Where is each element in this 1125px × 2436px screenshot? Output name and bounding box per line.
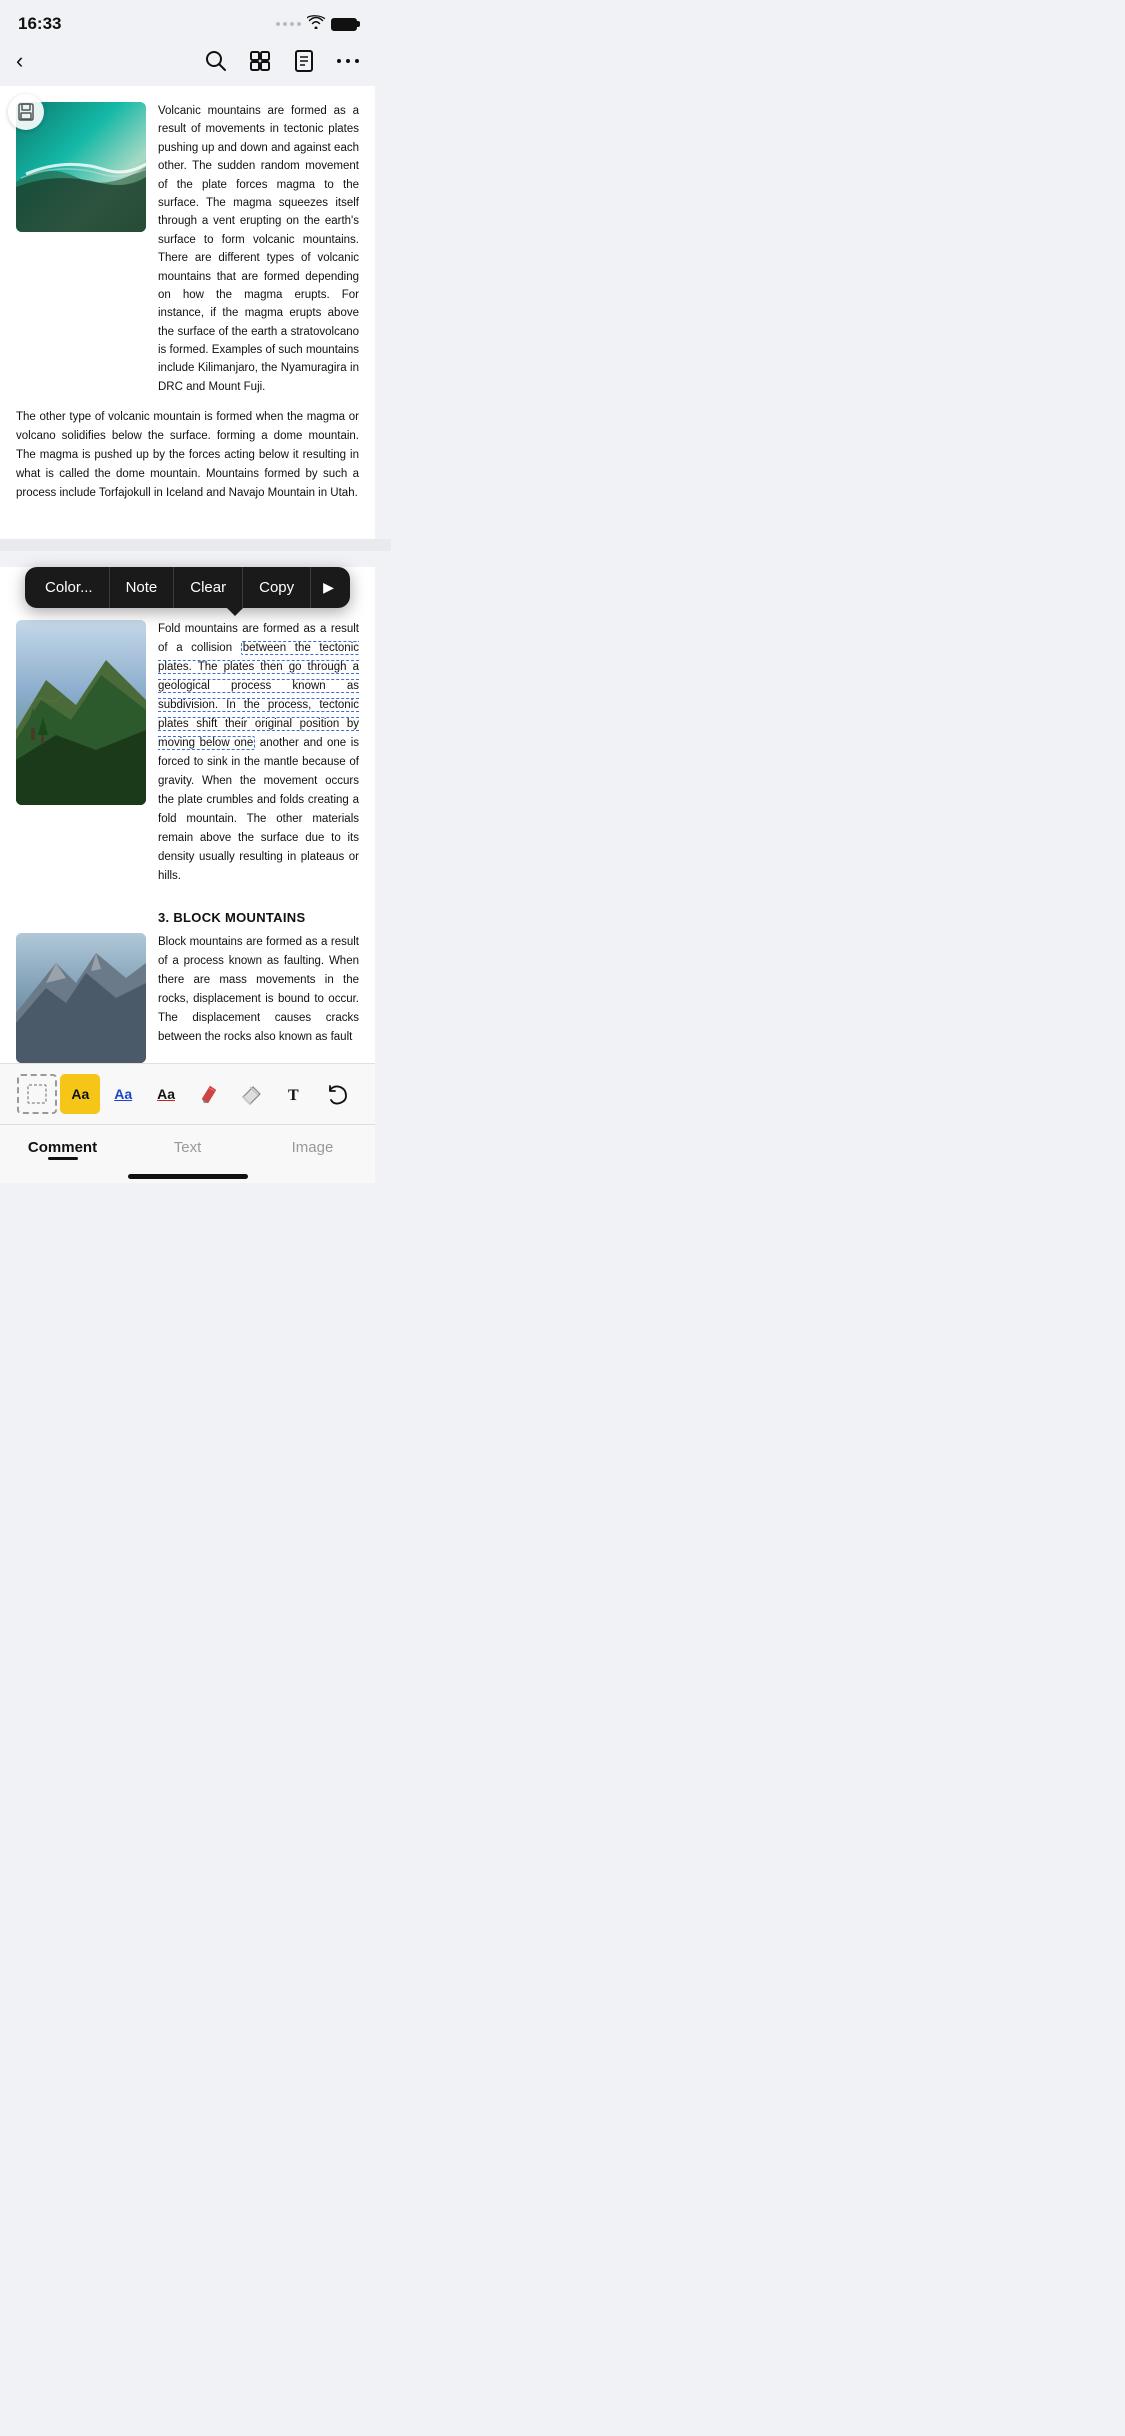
fold-mountains-image xyxy=(16,620,146,805)
grid-button[interactable] xyxy=(249,50,271,72)
underline-label: Aa xyxy=(114,1086,132,1102)
color-menu-item[interactable]: Color... xyxy=(29,567,110,608)
section2-highlight-dashed: between the tectonic plates. The plates … xyxy=(158,641,359,750)
highlight-text-button[interactable]: Aa xyxy=(60,1074,100,1114)
highlight-label: Aa xyxy=(71,1086,89,1102)
tab-text-label: Text xyxy=(174,1139,202,1156)
home-indicator xyxy=(0,1166,375,1183)
text-annot-label: Aa xyxy=(157,1086,175,1102)
menu-arrow[interactable]: ▶ xyxy=(311,567,346,608)
toolbar-left: ‹ xyxy=(16,48,23,74)
search-button[interactable] xyxy=(205,50,227,72)
section1: Volcanic mountains are formed as a resul… xyxy=(16,86,359,408)
image-container-1 xyxy=(16,102,146,232)
signal-icon xyxy=(276,22,301,26)
section3-header: 3. BLOCK MOUNTAINS xyxy=(158,910,305,925)
text-annotation-button[interactable]: Aa xyxy=(146,1074,186,1114)
block-mountains-image xyxy=(16,933,146,1063)
section2-text-after: another and one is forced to sink in the… xyxy=(158,737,359,882)
section-divider xyxy=(0,539,391,551)
document-button[interactable] xyxy=(293,50,315,72)
more-button[interactable] xyxy=(337,58,359,64)
section2-text: Fold mountains are formed as a result of… xyxy=(158,620,359,886)
save-button[interactable] xyxy=(8,94,44,130)
status-bar: 16:33 xyxy=(0,0,375,40)
svg-text:T: T xyxy=(288,1087,299,1104)
tab-comment[interactable]: Comment xyxy=(0,1125,125,1166)
section2-container: Color... Note Clear Copy ▶ xyxy=(0,567,375,1063)
section1-bottom-text: The other type of volcanic mountain is f… xyxy=(16,408,359,523)
note-menu-item[interactable]: Note xyxy=(110,567,175,608)
selection-tool-button[interactable] xyxy=(17,1074,57,1114)
copy-menu-item[interactable]: Copy xyxy=(243,567,311,608)
home-bar xyxy=(128,1174,248,1179)
section3: 3. BLOCK MOUNTAINS xyxy=(16,898,359,1063)
main-toolbar: ‹ xyxy=(0,40,375,86)
back-button[interactable]: ‹ xyxy=(16,48,23,74)
status-time: 16:33 xyxy=(18,14,61,34)
tab-bar: Comment Text Image xyxy=(0,1124,375,1166)
context-menu-wrapper: Color... Note Clear Copy ▶ xyxy=(16,567,359,608)
status-icons xyxy=(276,15,357,34)
battery-icon xyxy=(331,18,357,31)
tab-comment-underline xyxy=(48,1157,78,1160)
section1-text: Volcanic mountains are formed as a resul… xyxy=(158,102,359,396)
tab-image-label: Image xyxy=(292,1139,334,1156)
section2: Fold mountains are formed as a result of… xyxy=(16,612,359,898)
clear-menu-item[interactable]: Clear xyxy=(174,567,243,608)
underline-text-button[interactable]: Aa xyxy=(103,1074,143,1114)
marker-button[interactable] xyxy=(189,1074,229,1114)
annotation-toolbar: Aa Aa Aa T xyxy=(0,1063,375,1124)
content-area: Volcanic mountains are formed as a resul… xyxy=(0,86,375,539)
eraser-button[interactable] xyxy=(232,1074,272,1114)
tab-comment-label: Comment xyxy=(28,1139,97,1156)
toolbar-right xyxy=(205,50,359,72)
undo-button[interactable] xyxy=(318,1074,358,1114)
tab-text[interactable]: Text xyxy=(125,1125,250,1166)
tab-image[interactable]: Image xyxy=(250,1125,375,1166)
context-menu: Color... Note Clear Copy ▶ xyxy=(25,567,350,608)
text-tool-button[interactable]: T xyxy=(275,1074,315,1114)
wifi-icon xyxy=(307,15,325,34)
section3-layout: Block mountains are formed as a result o… xyxy=(16,933,359,1063)
section3-text: Block mountains are formed as a result o… xyxy=(158,933,359,1063)
